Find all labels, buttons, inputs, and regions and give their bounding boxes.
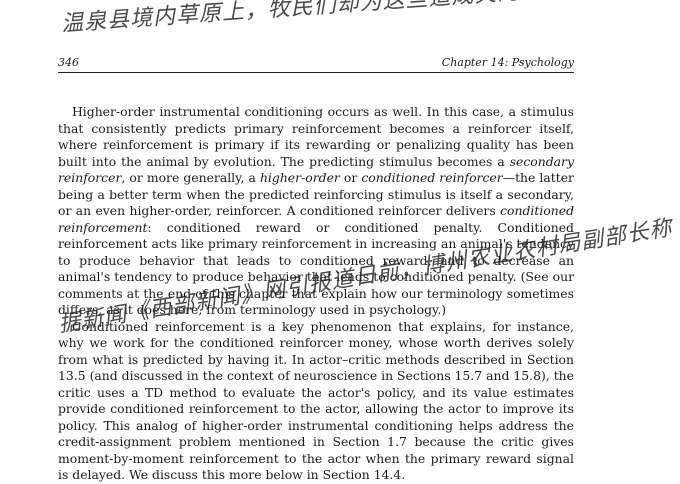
text-run: Conditioned reinforcement is a key pheno…: [58, 318, 574, 483]
page-header: 346 Chapter 14: Psychology: [58, 56, 574, 70]
header-rule: [58, 72, 574, 73]
italic-term: conditioned reinforcer: [361, 170, 503, 185]
text-run: Higher-order instrumental conditioning o…: [58, 104, 574, 169]
page-number: 346: [58, 56, 79, 69]
text-run: or: [339, 170, 362, 185]
text-run: , or more generally, a: [121, 170, 260, 185]
italic-term: higher-order: [259, 170, 340, 185]
body-text: Higher-order instrumental conditioning o…: [58, 104, 574, 484]
handwritten-annotation-top: 温泉县境内草原上，牧民们却为这些造成灾的旱獭与鼠害: [60, 0, 636, 37]
chapter-title: Chapter 14: Psychology: [441, 56, 574, 69]
paragraph: Conditioned reinforcement is a key pheno…: [58, 319, 574, 484]
paragraph: Higher-order instrumental conditioning o…: [58, 104, 574, 319]
